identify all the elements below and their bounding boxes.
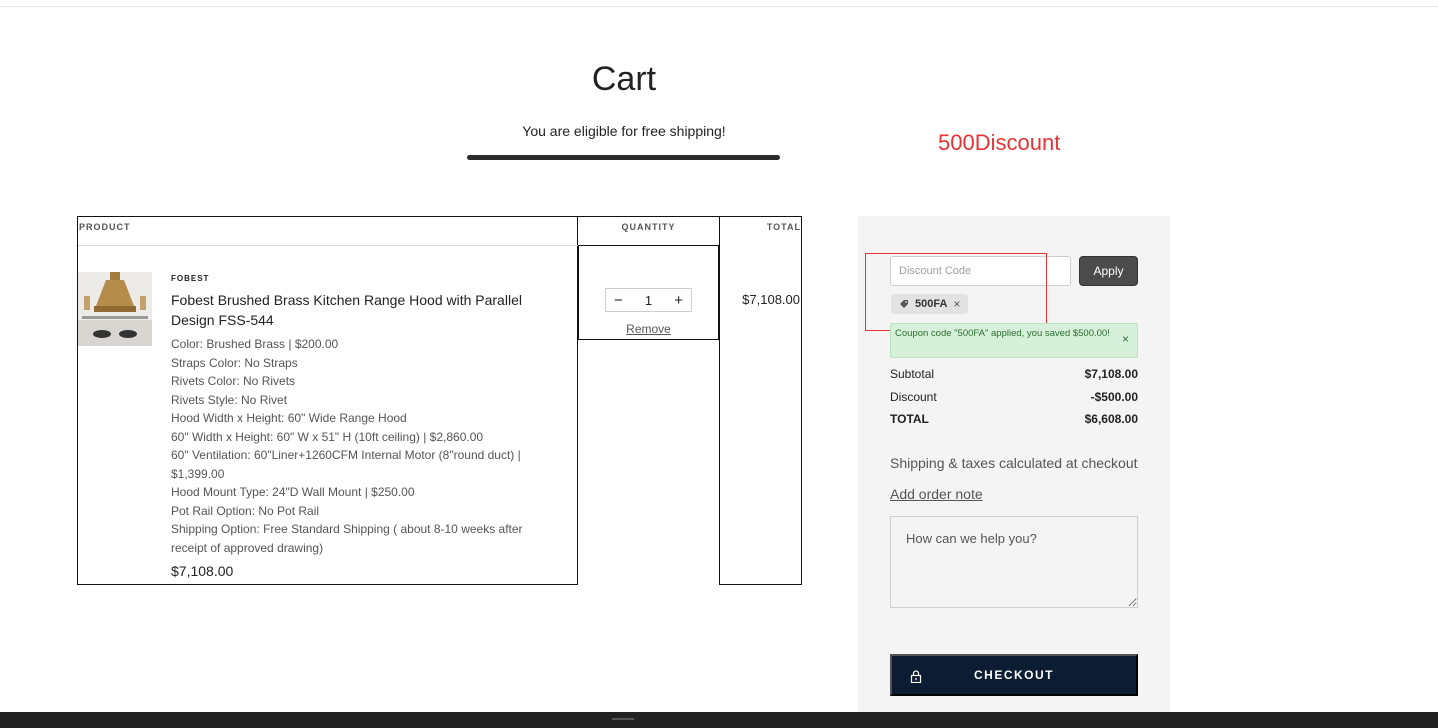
product-option: Rivets Color: No Rivets [171, 374, 296, 388]
discount-row: Discount -$500.00 [890, 390, 1138, 404]
shipping-taxes-note: Shipping & taxes calculated at checkout [890, 455, 1138, 471]
product-option: Rivets Style: No Rivet [171, 392, 288, 407]
subtotal-value: $7,108.00 [1084, 367, 1138, 381]
table-header-divider [78, 245, 578, 246]
line-item-total: $7,108.00 [742, 292, 800, 307]
quantity-decrease-button[interactable]: − [614, 292, 623, 309]
product-title-link[interactable]: Fobest Brushed Brass Kitchen Range Hood … [171, 290, 561, 330]
checkout-label: CHECKOUT [974, 668, 1054, 682]
column-header-product: PRODUCT [79, 222, 131, 232]
free-shipping-message: You are eligible for free shipping! [522, 123, 726, 139]
page-title: Cart [591, 60, 657, 98]
product-option: 60" Ventilation: 60"Liner+1260CFM Intern… [171, 448, 521, 481]
apply-discount-button[interactable]: Apply [1079, 256, 1138, 286]
product-options-list: Color: Brushed Brass | $200.00 Straps Co… [171, 335, 551, 557]
product-option: Hood Width x Height: 60" Wide Range Hood [171, 411, 407, 425]
product-brand: FOBEST [171, 274, 210, 283]
total-value: $6,608.00 [1084, 412, 1138, 426]
product-option: 60" Width x Height: 60" W x 51" H (10ft … [171, 429, 484, 444]
subtotal-label: Subtotal [890, 367, 935, 381]
alert-close-button[interactable]: × [1122, 333, 1129, 346]
total-row: TOTAL $6,608.00 [890, 412, 1138, 426]
quantity-value[interactable]: 1 [645, 293, 652, 308]
discount-applied-alert: Coupon code "500FA" applied, you saved $… [890, 323, 1138, 358]
product-option: Straps Color: No Straps [171, 355, 298, 370]
top-divider [0, 6, 1438, 7]
quantity-stepper: − 1 + [605, 288, 692, 312]
total-column [719, 216, 802, 585]
discount-value: -$500.00 [1090, 390, 1138, 404]
product-option: Hood Mount Type: 24"D Wall Mount | $250.… [171, 485, 415, 499]
annotation-label: 500Discount [938, 130, 1061, 155]
bottom-bar [0, 712, 1438, 728]
checkout-button[interactable]: CHECKOUT [890, 654, 1138, 696]
column-header-quantity: QUANTITY [621, 222, 676, 232]
lock-icon [910, 670, 922, 683]
subtotal-row: Subtotal $7,108.00 [890, 367, 1138, 381]
order-note-textarea[interactable] [890, 516, 1138, 608]
total-label: TOTAL [890, 412, 929, 426]
product-option: Color: Brushed Brass | $200.00 [171, 337, 339, 351]
product-price: $7,108.00 [171, 563, 234, 579]
discount-label: Discount [890, 390, 937, 404]
bottom-handle[interactable] [612, 718, 634, 720]
free-shipping-progress-bar [467, 155, 780, 160]
product-thumbnail[interactable] [78, 272, 152, 346]
quantity-increase-button[interactable]: + [674, 292, 683, 309]
remove-item-link[interactable]: Remove [578, 322, 719, 336]
product-option: Pot Rail Option: No Pot Rail [171, 503, 320, 518]
add-order-note-link[interactable]: Add order note [890, 486, 983, 502]
alert-message: Coupon code "500FA" applied, you saved $… [895, 328, 1110, 339]
column-header-total: TOTAL [766, 222, 801, 232]
product-option: Shipping Option: Free Standard Shipping … [171, 522, 523, 555]
annotation-highlight-box [865, 253, 1047, 331]
